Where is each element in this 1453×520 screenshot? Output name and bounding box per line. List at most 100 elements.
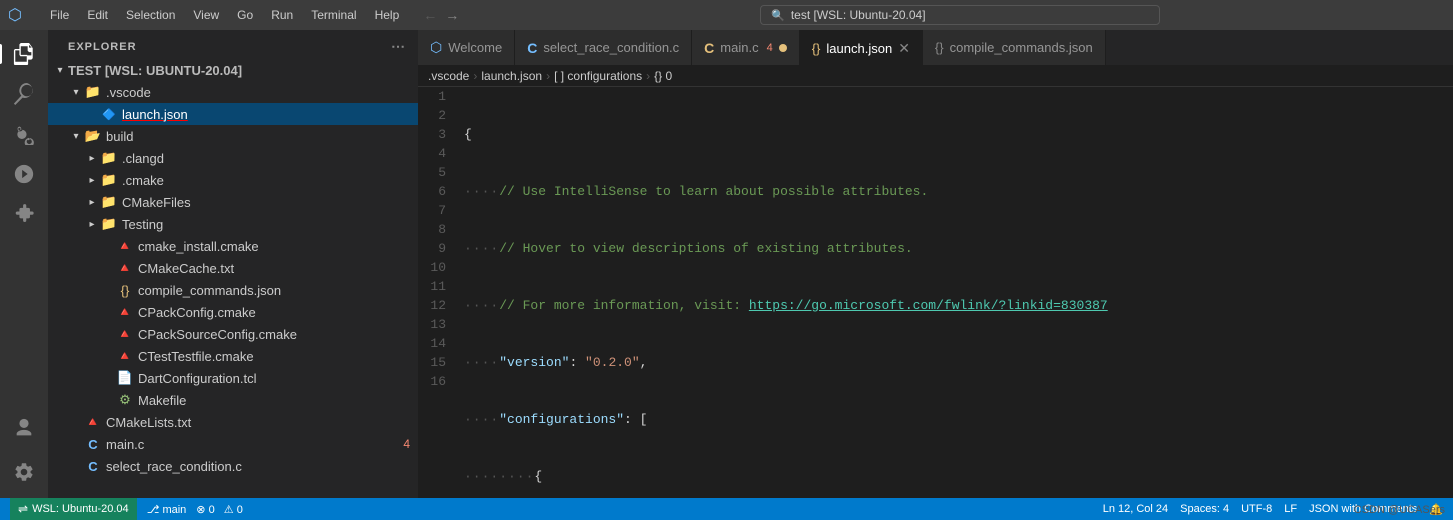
encoding-item[interactable]: UTF-8 xyxy=(1241,503,1272,515)
tab-main-c[interactable]: C main.c 4 xyxy=(692,30,800,65)
forward-arrow[interactable]: → xyxy=(445,7,459,23)
launch-icon: 🔷 xyxy=(100,105,118,123)
errors-label: 0 xyxy=(209,504,215,516)
activity-explorer[interactable] xyxy=(6,36,42,72)
main-c-modified-dot xyxy=(779,44,787,52)
tree-launch-json[interactable]: 🔷 launch.json xyxy=(48,103,418,125)
cmake-folder-icon: 📁 xyxy=(100,171,118,189)
tree-cpackconfig[interactable]: 🔺 CPackConfig.cmake xyxy=(48,301,418,323)
cmakecache-label: CMakeCache.txt xyxy=(138,261,234,276)
tab-select-race[interactable]: C select_race_condition.c xyxy=(515,30,692,65)
main-layout: EXPLORER ⋯ TEST [WSL: UBUNTU-20.04] 📁 .v… xyxy=(0,30,1453,498)
menu-go[interactable]: Go xyxy=(229,6,261,24)
launch-json-tab-icon: {} xyxy=(812,41,821,56)
tree-ctestfile[interactable]: 🔺 CTestTestfile.cmake xyxy=(48,345,418,367)
nav-arrows: ← → xyxy=(423,7,459,23)
tree-vscode-folder[interactable]: 📁 .vscode xyxy=(48,81,418,103)
tree-clangd[interactable]: 📁 .clangd xyxy=(48,147,418,169)
tree-dartconfig[interactable]: 📄 DartConfiguration.tcl xyxy=(48,367,418,389)
tree-select-race[interactable]: C select_race_condition.c xyxy=(48,455,418,477)
tree-makefile[interactable]: ⚙ Makefile xyxy=(48,389,418,411)
tab-welcome-label: Welcome xyxy=(448,40,502,55)
ctestfile-icon: 🔺 xyxy=(116,347,134,365)
cpackconfig-label: CPackConfig.cmake xyxy=(138,305,256,320)
breadcrumb-item0[interactable]: {} 0 xyxy=(654,69,672,83)
eol-item[interactable]: LF xyxy=(1284,503,1297,515)
breadcrumb-vscode[interactable]: .vscode xyxy=(428,69,469,83)
cpackconfig-icon: 🔺 xyxy=(116,303,134,321)
tree-cmakecache[interactable]: 🔺 CMakeCache.txt xyxy=(48,257,418,279)
tree-compile-commands[interactable]: {} compile_commands.json xyxy=(48,279,418,301)
tree-cmake-folder[interactable]: 📁 .cmake xyxy=(48,169,418,191)
watermark: CSDN @UCASers xyxy=(1354,504,1445,516)
cmakelists-icon: 🔺 xyxy=(84,413,102,431)
ln-7: 7 xyxy=(426,201,446,220)
branch-label: main xyxy=(162,504,186,516)
menu-file[interactable]: File xyxy=(42,6,77,24)
menu-selection[interactable]: Selection xyxy=(118,6,183,24)
compile-icon: {} xyxy=(116,281,134,299)
cpacksource-label: CPackSourceConfig.cmake xyxy=(138,327,297,342)
ln-14: 14 xyxy=(426,334,446,353)
main-c-tab-badge: 4 xyxy=(767,42,773,54)
error-icon: ⊗ xyxy=(196,504,205,516)
code-editor[interactable]: 1 2 3 4 5 6 7 8 9 10 11 12 13 14 15 16 {… xyxy=(418,87,1453,498)
errors-item[interactable]: ⊗ 0 ⚠ 0 xyxy=(196,503,243,516)
ln-3: 3 xyxy=(426,125,446,144)
wsl-indicator[interactable]: ⇌ WSL: Ubuntu-20.04 xyxy=(10,498,137,520)
launch-json-close[interactable]: ✕ xyxy=(898,41,910,55)
activity-settings[interactable] xyxy=(6,454,42,490)
spaces-item[interactable]: Spaces: 4 xyxy=(1180,503,1229,515)
code-content[interactable]: { ····// Use IntelliSense to learn about… xyxy=(458,87,1453,498)
menu-edit[interactable]: Edit xyxy=(79,6,116,24)
breadcrumb-sep3: › xyxy=(646,69,650,83)
back-arrow[interactable]: ← xyxy=(423,7,437,23)
tab-compile-commands[interactable]: {} compile_commands.json xyxy=(923,30,1106,65)
tab-launch-json[interactable]: {} launch.json ✕ xyxy=(800,30,923,65)
vscode-arrow xyxy=(68,81,84,103)
breadcrumb-configurations[interactable]: [ ] configurations xyxy=(554,69,642,83)
activity-source-control[interactable] xyxy=(6,116,42,152)
activity-extensions[interactable] xyxy=(6,196,42,232)
cmake-install-icon: 🔺 xyxy=(116,237,134,255)
code-line-5: ····"version": "0.2.0", xyxy=(464,353,1453,372)
tree-testing[interactable]: 📁 Testing xyxy=(48,213,418,235)
breadcrumb-launch[interactable]: launch.json xyxy=(481,69,542,83)
sidebar: EXPLORER ⋯ TEST [WSL: UBUNTU-20.04] 📁 .v… xyxy=(48,30,418,498)
menu-help[interactable]: Help xyxy=(367,6,408,24)
sidebar-actions: ⋯ xyxy=(391,38,406,55)
tree-cpacksource[interactable]: 🔺 CPackSourceConfig.cmake xyxy=(48,323,418,345)
testing-label: Testing xyxy=(122,217,163,232)
statusbar: ⇌ WSL: Ubuntu-20.04 ⎇ main ⊗ 0 ⚠ 0 Ln 12… xyxy=(0,498,1453,520)
tab-welcome[interactable]: ⬡ Welcome xyxy=(418,30,515,65)
activity-run[interactable] xyxy=(6,156,42,192)
vscode-logo: ⬡ xyxy=(8,5,22,25)
remote-icon: ⇌ xyxy=(18,502,28,516)
menu-run[interactable]: Run xyxy=(263,6,301,24)
ln-11: 11 xyxy=(426,277,446,296)
branch-item[interactable]: ⎇ main xyxy=(147,503,187,516)
menu-bar: File Edit Selection View Go Run Terminal… xyxy=(42,6,407,24)
code-line-4: ····// For more information, visit: http… xyxy=(464,296,1453,315)
tree-main-c[interactable]: C main.c 4 xyxy=(48,433,418,455)
activity-search[interactable] xyxy=(6,76,42,112)
tree-cmake-install[interactable]: 🔺 cmake_install.cmake xyxy=(48,235,418,257)
search-box[interactable]: 🔍 test [WSL: Ubuntu-20.04] xyxy=(760,5,1160,25)
cmakelists-label: CMakeLists.txt xyxy=(106,415,191,430)
tree-build-folder[interactable]: 📂 build xyxy=(48,125,418,147)
menu-terminal[interactable]: Terminal xyxy=(303,6,364,24)
menu-view[interactable]: View xyxy=(185,6,227,24)
position-item[interactable]: Ln 12, Col 24 xyxy=(1103,503,1168,515)
dartconfig-label: DartConfiguration.tcl xyxy=(138,371,257,386)
compile-tab-icon: {} xyxy=(935,40,944,55)
cmakefiles-icon: 📁 xyxy=(100,193,118,211)
ln-2: 2 xyxy=(426,106,446,125)
tree-cmakefiles[interactable]: 📁 CMakeFiles xyxy=(48,191,418,213)
main-c-badge: 4 xyxy=(403,437,410,451)
code-line-6: ····"configurations": [ xyxy=(464,410,1453,429)
activity-accounts[interactable] xyxy=(6,410,42,446)
tree-root[interactable]: TEST [WSL: UBUNTU-20.04] xyxy=(48,59,418,81)
welcome-tab-icon: ⬡ xyxy=(430,39,442,56)
tree-cmakelists[interactable]: 🔺 CMakeLists.txt xyxy=(48,411,418,433)
new-file-icon[interactable]: ⋯ xyxy=(391,38,406,55)
